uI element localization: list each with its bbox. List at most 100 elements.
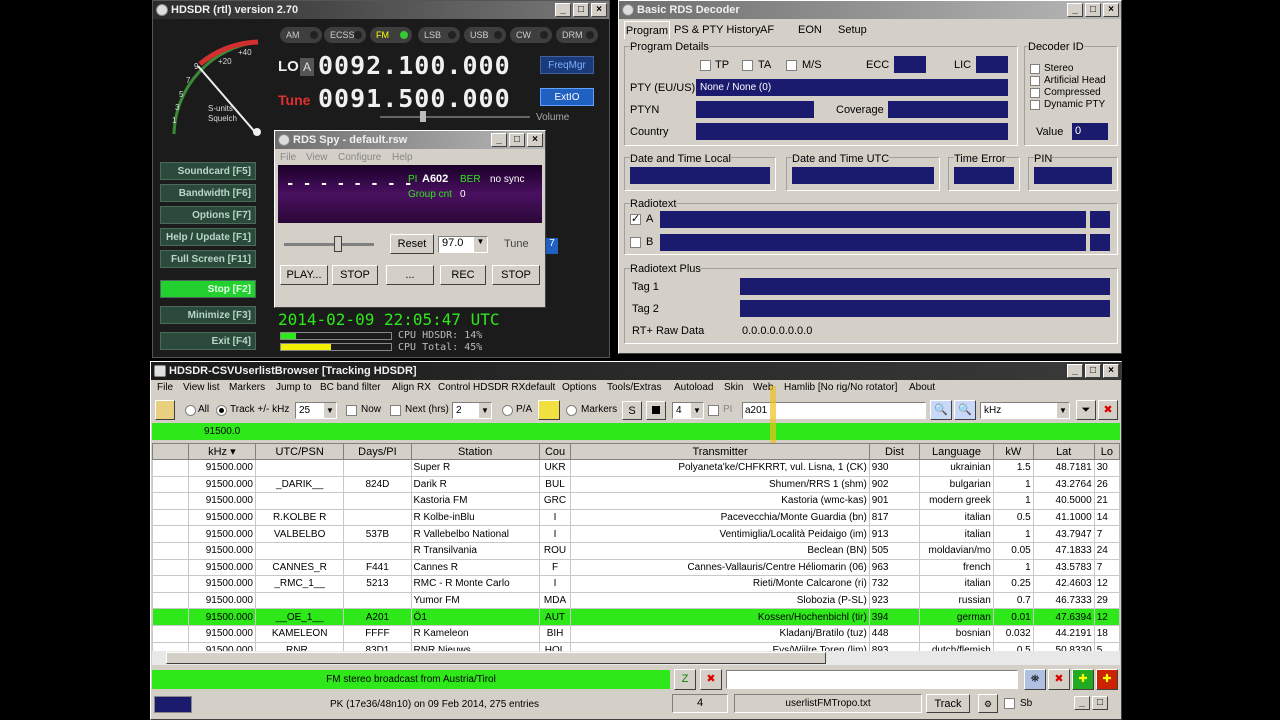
- menu-jump-to[interactable]: Jump to: [276, 382, 312, 393]
- col-days-pi[interactable]: Days/PI: [343, 443, 412, 460]
- search-next-icon[interactable]: 🔍: [954, 400, 976, 420]
- menu-about[interactable]: About: [909, 382, 935, 393]
- rdsspy-slider[interactable]: [284, 243, 374, 246]
- rdsspy-titlebar[interactable]: RDS Spy - default.rsw _ □ ×: [275, 131, 545, 149]
- menu-skin[interactable]: Skin: [724, 382, 743, 393]
- track-khz-select[interactable]: 25 ▼: [295, 402, 337, 419]
- rt-a-checkbox[interactable]: [630, 212, 641, 225]
- rdsspy-menu-help[interactable]: Help: [392, 152, 413, 163]
- extio-button[interactable]: ExtIO: [540, 88, 594, 106]
- stop-button[interactable]: Stop [F2]: [160, 280, 256, 298]
- menu-markers[interactable]: Markers: [229, 382, 265, 393]
- search-icon[interactable]: 🔍: [930, 400, 952, 420]
- mode-fm-button[interactable]: FM: [370, 27, 412, 43]
- footer-minimize-button[interactable]: _: [1074, 696, 1090, 710]
- col-language[interactable]: Language: [919, 443, 994, 460]
- next-hrs-select[interactable]: 2 ▼: [452, 402, 492, 419]
- stereo-checkbox[interactable]: [1030, 64, 1040, 74]
- tab-ps-pty-history[interactable]: PS & PTY History: [674, 24, 761, 36]
- chevron-down-icon[interactable]: ▼: [1057, 403, 1069, 418]
- rdsspy-menu-configure[interactable]: Configure: [338, 152, 381, 163]
- close-button[interactable]: ×: [591, 3, 607, 17]
- stop-square-icon[interactable]: [646, 401, 666, 420]
- table-row[interactable]: 91500.000 _DARIK__ 824D Darik R BUL Shumen/RR…: [152, 475, 1121, 494]
- footer-filename[interactable]: userlistFMTropo.txt: [734, 694, 922, 713]
- soundcard-button[interactable]: Soundcard [F5]: [160, 162, 256, 180]
- table-row[interactable]: 91500.000 Kastoria FM GRC Kastoria (wmc-kas…: [152, 492, 1121, 510]
- menu-align-rx[interactable]: Align RX: [392, 382, 431, 393]
- s-button[interactable]: S: [622, 401, 642, 420]
- table-row[interactable]: 91500.000 R.KOLBE R R Kolbe-inBlu I Pacevecc…: [152, 508, 1121, 527]
- mode-am-button[interactable]: AM: [280, 27, 322, 43]
- zap-clear-icon[interactable]: ✖: [700, 669, 722, 690]
- markers-radio[interactable]: [566, 405, 577, 416]
- rdsspy-maximize-button[interactable]: □: [509, 133, 525, 147]
- artificial-head-checkbox[interactable]: [1030, 76, 1040, 86]
- volume-slider[interactable]: [380, 116, 530, 118]
- col-khz[interactable]: kHz ▾: [187, 443, 257, 460]
- tab-program[interactable]: Program: [624, 21, 670, 39]
- tune-frequency[interactable]: 0091.500.000: [318, 84, 511, 113]
- rdsspy-browse-button[interactable]: ...: [386, 265, 434, 285]
- csv-close-button[interactable]: ×: [1103, 364, 1119, 378]
- menu-autoload[interactable]: Autoload: [674, 382, 713, 393]
- minimize-button[interactable]: _: [555, 3, 571, 17]
- fullscreen-button[interactable]: Full Screen [F11]: [160, 250, 256, 268]
- menu-hamlib[interactable]: Hamlib [No rig/No rotator]: [784, 382, 897, 393]
- menu-tools-extras[interactable]: Tools/Extras: [607, 382, 661, 393]
- move-alt-icon[interactable]: ✚: [1096, 669, 1118, 690]
- footer-restore-button[interactable]: □: [1092, 696, 1108, 710]
- sb-checkbox[interactable]: [1004, 698, 1015, 709]
- tp-checkbox[interactable]: [700, 60, 711, 71]
- help-update-button[interactable]: Help / Update [F1]: [160, 228, 256, 246]
- footer-settings-icon[interactable]: ⚙: [978, 694, 998, 713]
- tab-setup[interactable]: Setup: [838, 24, 867, 36]
- col-utc-psn[interactable]: UTC/PSN: [254, 443, 345, 460]
- move-icon[interactable]: ✚: [1072, 669, 1094, 690]
- tab-af[interactable]: AF: [760, 24, 774, 36]
- col-station[interactable]: Station: [410, 443, 540, 460]
- table-row[interactable]: 91500.000 VALBELBO 537B R Vallebelbo Nation…: [152, 525, 1121, 543]
- table-row[interactable]: 91500.000 CANNES_R F441 Cannes R F Cannes-Val…: [152, 558, 1121, 577]
- rdsspy-slider-thumb[interactable]: [334, 236, 342, 252]
- dynamic-pty-checkbox[interactable]: [1030, 100, 1040, 110]
- table-row[interactable]: 91500.000 KAMELEON FFFF R Kameleon BIH Kladan…: [152, 624, 1121, 643]
- col-transmitter[interactable]: Transmitter: [570, 443, 870, 460]
- rdsspy-minimize-button[interactable]: _: [491, 133, 507, 147]
- pi-checkbox[interactable]: [708, 405, 719, 416]
- ta-checkbox[interactable]: [742, 60, 753, 71]
- unit-select[interactable]: kHz ▼: [980, 402, 1070, 419]
- rdsspy-menu-view[interactable]: View: [306, 152, 328, 163]
- mode-ecss-button[interactable]: ECSS: [324, 27, 366, 43]
- all-radio[interactable]: [185, 405, 196, 416]
- rds-minimize-button[interactable]: _: [1067, 3, 1083, 17]
- col-dist[interactable]: Dist: [868, 443, 921, 460]
- col-lon[interactable]: Lo: [1093, 443, 1121, 460]
- filter-icon[interactable]: ⏷: [1076, 400, 1096, 420]
- col-kw[interactable]: kW: [992, 443, 1034, 460]
- status-input[interactable]: [726, 670, 1018, 689]
- chevron-down-icon[interactable]: ▼: [324, 403, 336, 418]
- menu-control-hdsdr[interactable]: Control HDSDR RXdefault: [438, 382, 555, 393]
- mode-cw-button[interactable]: CW: [510, 27, 552, 43]
- ms-checkbox[interactable]: [786, 60, 797, 71]
- bandwidth-button[interactable]: Bandwidth [F6]: [160, 184, 256, 202]
- volume-thumb[interactable]: [420, 111, 426, 122]
- menu-bc-band-filter[interactable]: BC band filter: [320, 382, 381, 393]
- table-row[interactable]: 91500.000 R Transilvania ROU Beclean (BN) 50…: [152, 541, 1121, 560]
- rdsspy-menu-file[interactable]: File: [280, 152, 296, 163]
- rdsspy-rec-button[interactable]: REC: [440, 265, 486, 285]
- clear-filter-icon[interactable]: ✖: [1098, 400, 1118, 420]
- rdsspy-reset-button[interactable]: Reset: [390, 234, 434, 254]
- table-row[interactable]: 91500.000 Super R UKR Polyaneta'ke/CHFKRRT,…: [152, 459, 1121, 477]
- col-lat[interactable]: Lat: [1032, 443, 1095, 460]
- lo-a-badge[interactable]: A: [300, 58, 314, 76]
- chevron-down-icon[interactable]: ▼: [691, 403, 703, 418]
- minimize-app-button[interactable]: Minimize [F3]: [160, 306, 256, 324]
- antenna-clear-icon[interactable]: ✖: [1048, 669, 1070, 690]
- mode-drm-button[interactable]: DRM: [556, 27, 598, 43]
- table-row[interactable]: 91500.000 __OE_1__ A201 Ö1 AUT Kossen/Hochenb…: [152, 608, 1121, 626]
- rdsspy-freq-select[interactable]: 97.0 ▼: [438, 236, 488, 253]
- rds-titlebar[interactable]: Basic RDS Decoder _ □ ×: [619, 1, 1121, 19]
- options-button[interactable]: Options [F7]: [160, 206, 256, 224]
